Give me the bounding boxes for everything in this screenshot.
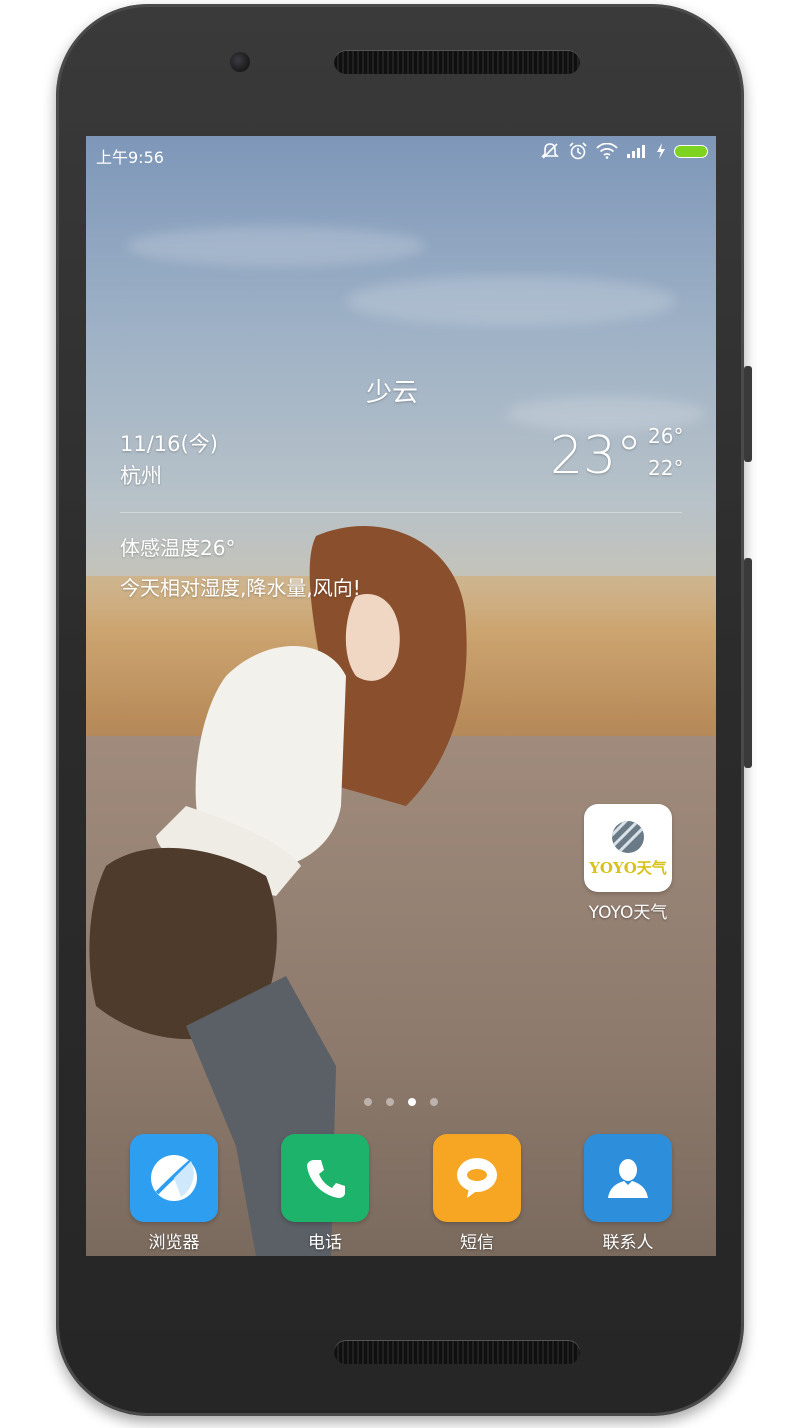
status-time: 上午9:56 bbox=[96, 148, 164, 167]
power-button[interactable] bbox=[744, 558, 752, 768]
globe-logo-icon bbox=[612, 820, 644, 853]
battery-icon bbox=[674, 144, 708, 158]
feels-like-temperature: 体感温度26° bbox=[120, 536, 236, 560]
dock-app-contacts[interactable]: 联系人 bbox=[584, 1134, 672, 1253]
phone-icon bbox=[281, 1134, 369, 1222]
weather-tip: 今天相对湿度,降水量,风向! bbox=[120, 576, 361, 600]
dock-app-messages[interactable]: 短信 bbox=[433, 1134, 521, 1253]
home-screen: 上午9:56 少云 11/16(今) 杭州 23° 26° 22° 体感温度26… bbox=[86, 136, 716, 1256]
wallpaper-cloud bbox=[346, 276, 676, 326]
weather-condition: 少云 bbox=[366, 378, 419, 408]
page-dot[interactable] bbox=[430, 1098, 438, 1106]
volume-button[interactable] bbox=[744, 366, 752, 462]
page-dot[interactable] bbox=[386, 1098, 394, 1106]
page-indicator[interactable] bbox=[364, 1098, 438, 1106]
current-temperature: 23° bbox=[550, 426, 643, 486]
page-dot-active[interactable] bbox=[408, 1098, 416, 1106]
browser-icon bbox=[130, 1134, 218, 1222]
signal-icon bbox=[627, 145, 645, 158]
wifi-icon bbox=[596, 143, 618, 159]
app-label: 联系人 bbox=[602, 1233, 654, 1253]
high-temperature: 26° bbox=[648, 424, 684, 448]
app-label: YOYO天气 bbox=[588, 903, 668, 923]
yoyo-weather-icon: YOYO天气 bbox=[584, 804, 672, 892]
dock-app-browser[interactable]: 浏览器 bbox=[130, 1134, 218, 1253]
status-bar: 上午9:56 bbox=[86, 136, 716, 170]
dock-app-phone[interactable]: 电话 bbox=[281, 1134, 369, 1253]
message-icon bbox=[433, 1134, 521, 1222]
app-yoyo-weather[interactable]: YOYO天气 YOYO天气 bbox=[584, 804, 672, 923]
contact-icon bbox=[584, 1134, 672, 1222]
app-label: 短信 bbox=[460, 1233, 494, 1253]
weather-divider bbox=[120, 512, 682, 513]
bottom-speaker bbox=[334, 1340, 580, 1364]
status-icons bbox=[540, 142, 708, 160]
alarm-icon bbox=[569, 142, 587, 160]
page-dot[interactable] bbox=[364, 1098, 372, 1106]
weather-city: 杭州 bbox=[120, 464, 162, 488]
app-label: 电话 bbox=[308, 1233, 342, 1253]
yoyo-logo-text: YOYO天气 bbox=[589, 858, 667, 877]
front-camera bbox=[230, 52, 250, 72]
low-temperature: 22° bbox=[648, 456, 684, 480]
silent-icon bbox=[541, 143, 559, 159]
app-label: 浏览器 bbox=[148, 1233, 200, 1253]
weather-date: 11/16(今) bbox=[120, 432, 218, 456]
wallpaper-cloud bbox=[126, 226, 426, 266]
charging-icon bbox=[657, 143, 665, 159]
top-speaker bbox=[334, 50, 580, 74]
